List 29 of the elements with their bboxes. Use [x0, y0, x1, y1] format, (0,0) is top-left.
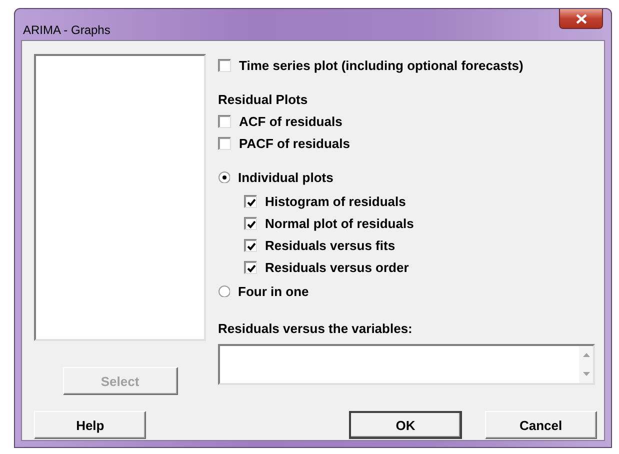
checkbox[interactable] — [218, 136, 231, 150]
checkbox[interactable] — [244, 194, 257, 208]
scroll-up-icon[interactable] — [582, 353, 590, 358]
checkbox-label[interactable]: Normal plot of residuals — [265, 216, 414, 230]
field-label: Residuals versus the variables: — [218, 321, 414, 337]
radio-button[interactable] — [218, 285, 230, 297]
checkbox-label[interactable]: Residuals versus order — [265, 260, 409, 274]
variables-field[interactable] — [218, 344, 595, 385]
checkbox[interactable] — [244, 216, 257, 230]
radio-button[interactable] — [218, 171, 230, 183]
checkbox[interactable] — [218, 58, 231, 72]
checkbox-label[interactable]: PACF of residuals — [239, 136, 350, 150]
radio-label[interactable]: Four in one — [238, 284, 309, 298]
checkbox-label[interactable]: Histogram of residuals — [265, 194, 406, 208]
radio-label[interactable]: Individual plots — [238, 170, 334, 184]
dialog-button[interactable]: Help — [34, 411, 146, 439]
dialog-button[interactable]: Cancel — [484, 411, 597, 439]
checkbox-label[interactable]: Time series plot (including optional forecasts) — [239, 58, 524, 72]
close-icon — [576, 14, 586, 24]
section-heading: Residual Plots — [218, 92, 308, 106]
checkbox-label[interactable]: Residuals versus fits — [265, 238, 396, 252]
scroll-down-icon[interactable] — [582, 372, 590, 376]
close-button[interactable] — [559, 9, 603, 29]
checkbox[interactable] — [218, 114, 231, 128]
checkbox[interactable] — [244, 238, 257, 252]
checkbox[interactable] — [244, 260, 257, 274]
dialog-button[interactable]: OK — [349, 411, 462, 439]
checkbox-label[interactable]: ACF of residuals — [239, 114, 342, 128]
window-title: ARIMA - Graphs — [23, 23, 110, 37]
